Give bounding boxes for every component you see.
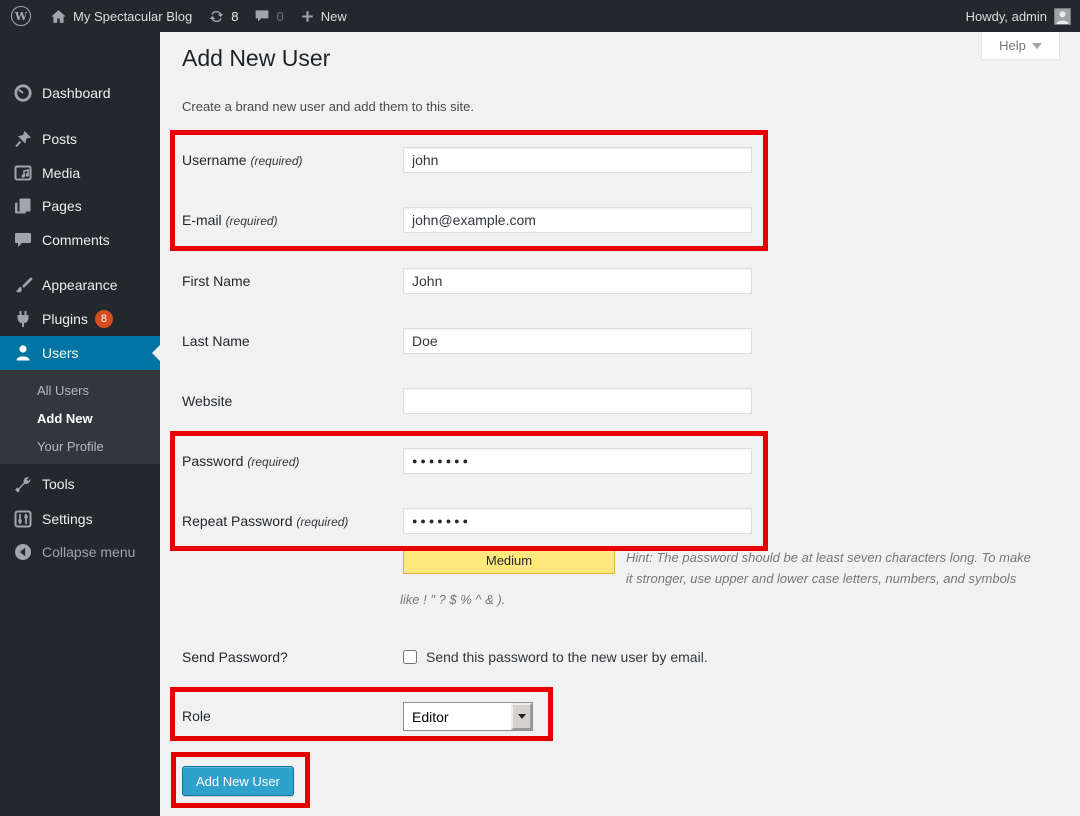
first-name-row: First Name [182,268,752,294]
username-label: Username (required) [182,147,403,174]
sidebar-item-label: Media [42,165,80,181]
new-label: New [321,9,347,24]
website-input[interactable] [403,388,752,414]
admin-bar: W My Spectacular Blog 8 0 New [0,0,1080,32]
required-marker: (required) [250,154,302,168]
page-subtitle: Create a brand new user and add them to … [182,99,474,114]
media-icon [13,163,33,183]
role-select[interactable]: Editor [403,702,533,731]
website-label: Website [182,388,403,414]
last-name-label: Last Name [182,328,403,354]
comments-icon [13,230,33,250]
users-icon [13,343,33,363]
email-row: E-mail (required) [182,207,752,234]
howdy-account-link[interactable]: Howdy, admin [966,9,1047,24]
settings-sliders-icon [13,509,33,529]
username-input[interactable] [403,147,752,173]
comments-link[interactable]: 0 [246,0,291,32]
sidebar-item-tools[interactable]: Tools [0,467,160,501]
pages-icon [13,196,33,216]
wordpress-menu-button[interactable]: W [0,0,42,32]
sidebar-item-plugins[interactable]: Plugins 8 [0,302,160,336]
collapse-arrow-icon [13,542,33,562]
send-password-checkbox[interactable] [403,650,417,664]
update-count: 8 [231,9,238,24]
password-row: Password (required) [182,448,752,475]
wordpress-logo-icon: W [11,6,31,26]
sidebar-item-label: Collapse menu [42,544,135,560]
plugins-update-badge: 8 [95,310,113,328]
updates-icon [208,8,225,25]
required-marker: (required) [296,515,348,529]
select-dropdown-button[interactable] [511,703,532,730]
chevron-down-icon [518,714,526,719]
comment-bubble-icon [254,8,270,24]
repeat-password-row: Repeat Password (required) [182,508,752,535]
required-marker: (required) [226,214,278,228]
role-label: Role [182,702,403,731]
sidebar-item-users[interactable]: Users [0,336,160,370]
email-input[interactable] [403,207,752,233]
sidebar-item-label: Pages [42,198,82,214]
chevron-down-icon [1032,43,1042,49]
sidebar-item-dashboard[interactable]: Dashboard [0,76,160,110]
sidebar-item-settings[interactable]: Settings [0,502,160,536]
email-label: E-mail (required) [182,207,403,234]
dashboard-icon [13,83,33,103]
updates-link[interactable]: 8 [200,0,246,32]
role-selected-value: Editor [404,709,511,725]
send-password-label: Send Password? [182,648,403,666]
sidebar-item-label: Tools [42,476,75,492]
collapse-menu-button[interactable]: Collapse menu [0,535,160,569]
sidebar-item-label: Comments [42,232,110,248]
send-password-checkbox-label: Send this password to the new user by em… [426,648,708,666]
help-tab-button[interactable]: Help [981,32,1060,60]
site-name-label: My Spectacular Blog [73,9,192,24]
sidebar-item-label: Plugins [42,311,88,327]
submenu-item-add-new[interactable]: Add New [0,405,160,433]
sidebar-item-label: Users [42,345,79,361]
first-name-label: First Name [182,268,403,294]
role-row: Role Editor [182,702,533,731]
website-row: Website [182,388,752,414]
required-marker: (required) [247,455,299,469]
username-row: Username (required) [182,147,752,174]
page-title: Add New User [182,45,330,72]
submenu-item-your-profile[interactable]: Your Profile [0,433,160,461]
add-new-user-button[interactable]: Add New User [182,766,294,796]
sidebar-item-label: Appearance [42,277,118,293]
sidebar-item-label: Settings [42,511,93,527]
sidebar-item-posts[interactable]: Posts [0,122,160,156]
submenu-item-all-users[interactable]: All Users [0,377,160,405]
repeat-password-input[interactable] [403,508,752,534]
wrench-icon [13,474,33,494]
send-password-row: Send Password? Send this password to the… [182,648,708,666]
password-label: Password (required) [182,448,403,475]
password-strength-meter: Medium [403,548,615,574]
admin-sidebar: Dashboard Posts Media Pages Comments [0,32,160,816]
site-name-link[interactable]: My Spectacular Blog [42,0,200,32]
sidebar-item-pages[interactable]: Pages [0,189,160,223]
first-name-input[interactable] [403,268,752,294]
password-input[interactable] [403,448,752,474]
pushpin-icon [13,129,33,149]
sidebar-item-media[interactable]: Media [0,156,160,190]
avatar[interactable] [1054,8,1071,25]
last-name-input[interactable] [403,328,752,354]
comment-count: 0 [276,9,283,24]
users-submenu: All Users Add New Your Profile [0,370,160,464]
home-icon [50,8,67,25]
new-content-button[interactable]: New [292,0,355,32]
help-label: Help [999,38,1026,53]
plugin-icon [13,309,33,329]
repeat-password-label: Repeat Password (required) [182,508,403,535]
paintbrush-icon [13,275,33,295]
last-name-row: Last Name [182,328,752,354]
sidebar-item-appearance[interactable]: Appearance [0,268,160,302]
sidebar-item-label: Dashboard [42,85,111,101]
plus-icon [300,9,315,24]
sidebar-item-comments[interactable]: Comments [0,223,160,257]
sidebar-item-label: Posts [42,131,77,147]
wordpress-admin-screen: W My Spectacular Blog 8 0 New [0,0,1080,816]
